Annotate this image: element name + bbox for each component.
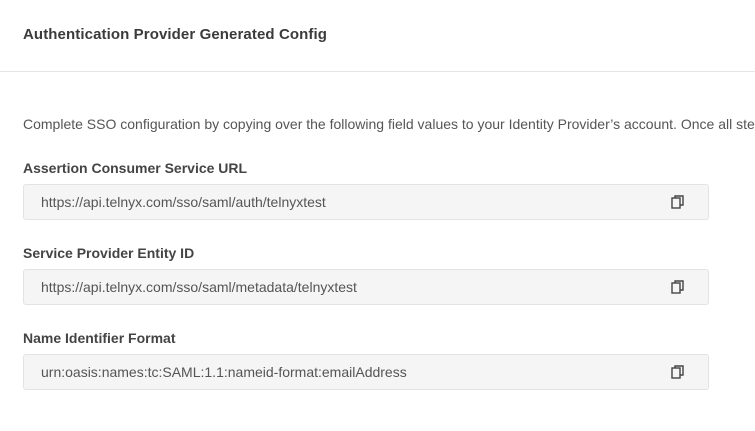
field-value[interactable]: urn:oasis:names:tc:SAML:1.1:nameid-forma… (41, 364, 407, 380)
copy-icon[interactable] (670, 364, 686, 380)
intro-text: Complete SSO configuration by copying ov… (23, 116, 755, 132)
panel-header: Authentication Provider Generated Config (0, 0, 755, 72)
copy-icon-glyph (671, 365, 684, 379)
field-label: Service Provider Entity ID (23, 245, 195, 261)
field-assertion-consumer-service-url: Assertion Consumer Service URL https://a… (23, 160, 709, 220)
readonly-field[interactable]: https://api.telnyx.com/sso/saml/auth/tel… (23, 184, 709, 220)
copy-icon[interactable] (670, 194, 686, 210)
field-value[interactable]: https://api.telnyx.com/sso/saml/metadata… (41, 279, 357, 295)
field-value[interactable]: https://api.telnyx.com/sso/saml/auth/tel… (41, 194, 326, 210)
field-name-identifier-format: Name Identifier Format urn:oasis:names:t… (23, 330, 709, 390)
page-title: Authentication Provider Generated Config (23, 26, 328, 43)
copy-icon[interactable] (670, 279, 686, 295)
copy-icon-glyph (671, 280, 684, 294)
readonly-field[interactable]: https://api.telnyx.com/sso/saml/metadata… (23, 269, 709, 305)
field-label: Assertion Consumer Service URL (23, 160, 248, 176)
sso-config-panel: Authentication Provider Generated Config… (0, 0, 755, 431)
field-service-provider-entity-id: Service Provider Entity ID https://api.t… (23, 245, 709, 305)
copy-icon-glyph (671, 195, 684, 209)
field-label: Name Identifier Format (23, 330, 176, 346)
readonly-field[interactable]: urn:oasis:names:tc:SAML:1.1:nameid-forma… (23, 354, 709, 390)
